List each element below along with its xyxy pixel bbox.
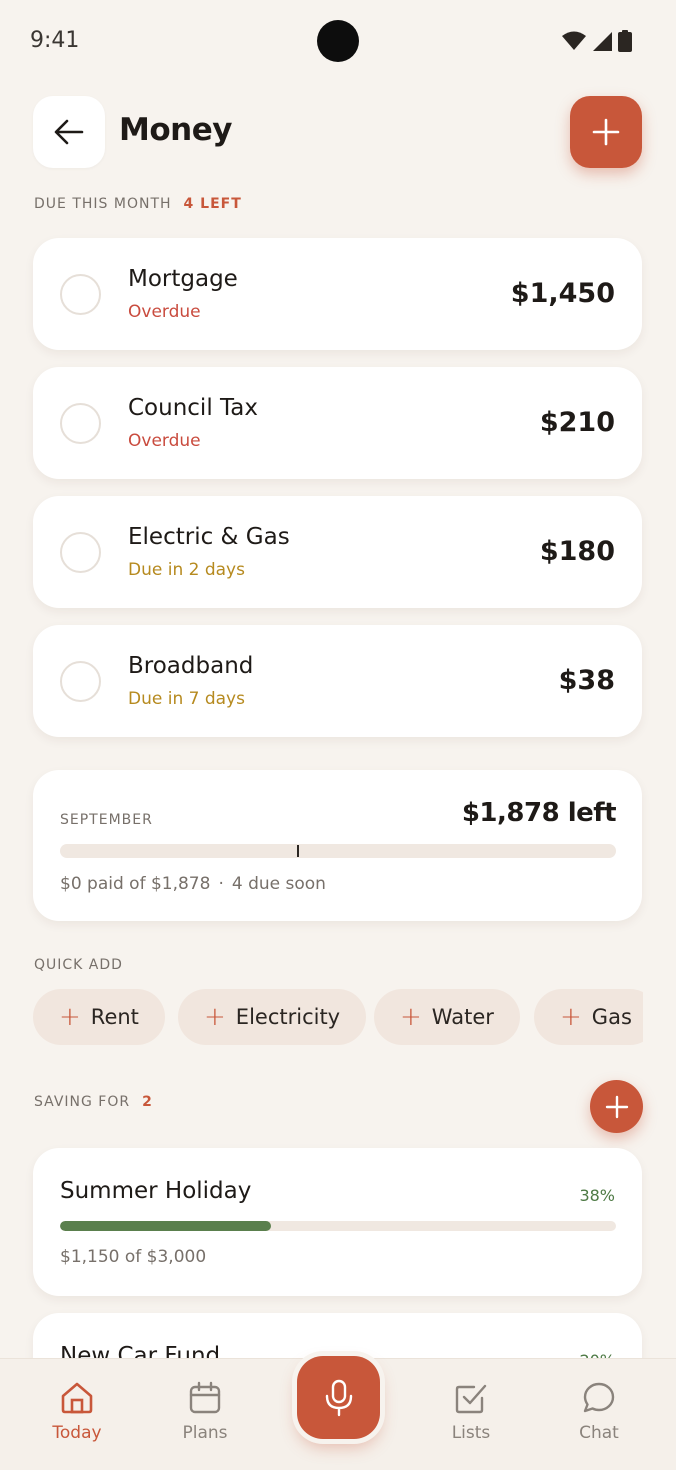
status-time: 9:41 bbox=[30, 28, 80, 53]
summary-month: SEPTEMBER bbox=[60, 812, 153, 828]
bill-status: Overdue bbox=[128, 302, 201, 322]
month-summary-card: SEPTEMBER $1,878 left $0 paid of $1,878 ·… bbox=[33, 770, 642, 921]
goal-progress-text: $1,150 of $3,000 bbox=[60, 1247, 207, 1267]
nav-item-plans[interactable]: Plans bbox=[150, 1359, 260, 1470]
chip-label: Water bbox=[431, 1005, 494, 1029]
plus-icon bbox=[605, 1095, 628, 1118]
chip-label: Gas bbox=[591, 1005, 632, 1029]
plus-icon: + bbox=[560, 1002, 582, 1032]
goal-percent: 38% bbox=[579, 1186, 615, 1205]
bill-checkbox[interactable] bbox=[60, 274, 101, 315]
bill-amount: $38 bbox=[558, 665, 615, 696]
plus-icon: + bbox=[400, 1002, 422, 1032]
arrow-left-icon bbox=[54, 119, 84, 145]
wifi-icon bbox=[562, 31, 586, 50]
bill-checkbox[interactable] bbox=[60, 661, 101, 702]
plus-icon bbox=[592, 118, 620, 146]
battery-icon bbox=[618, 30, 632, 52]
nav-label: Chat bbox=[579, 1423, 619, 1443]
summary-due-text: 4 due soon bbox=[231, 874, 326, 894]
quick-add-chip-gas[interactable]: + Gas bbox=[534, 989, 643, 1045]
bill-amount: $210 bbox=[539, 407, 615, 438]
voice-input-button[interactable] bbox=[297, 1356, 380, 1439]
nav-label: Plans bbox=[182, 1423, 228, 1443]
quick-add-chip-water[interactable]: + Water bbox=[374, 989, 520, 1045]
nav-item-chat[interactable]: Chat bbox=[544, 1359, 654, 1470]
add-goal-button[interactable] bbox=[590, 1080, 643, 1133]
back-button[interactable] bbox=[33, 96, 105, 168]
status-icons bbox=[562, 30, 632, 52]
bill-status: Overdue bbox=[128, 431, 201, 451]
bill-checkbox[interactable] bbox=[60, 532, 101, 573]
due-section-title: DUE THIS MONTH bbox=[34, 196, 172, 212]
home-icon bbox=[61, 1382, 93, 1414]
money-screen: 9:41 Money DUE THIS MONTH 4 LEFT Mortgage… bbox=[0, 0, 676, 1470]
bill-amount: $180 bbox=[539, 536, 615, 567]
nav-label: Lists bbox=[451, 1423, 491, 1443]
saving-section-title: SAVING FOR bbox=[34, 1094, 131, 1110]
bill-card[interactable]: Council Tax Overdue $210 bbox=[33, 367, 642, 479]
summary-subtext: $0 paid of $1,878 · 4 due soon bbox=[60, 874, 326, 894]
plus-icon: + bbox=[204, 1002, 226, 1032]
bill-card[interactable]: Electric & Gas Due in 2 days $180 bbox=[33, 496, 642, 608]
signal-icon bbox=[593, 32, 612, 51]
goal-card[interactable]: Summer Holiday 38% $1,150 of $3,000 bbox=[33, 1148, 642, 1296]
bill-status: Due in 7 days bbox=[128, 689, 245, 709]
chip-label: Rent bbox=[90, 1005, 139, 1029]
chip-label: Electricity bbox=[235, 1005, 341, 1029]
quick-add-label: QUICK ADD bbox=[34, 957, 123, 973]
summary-separator: · bbox=[218, 874, 224, 894]
due-section-label: DUE THIS MONTH 4 LEFT bbox=[34, 196, 242, 212]
checkbox-icon bbox=[455, 1384, 487, 1414]
bill-status: Due in 2 days bbox=[128, 560, 245, 580]
bill-name: Council Tax bbox=[128, 395, 258, 421]
goal-progress-fill bbox=[60, 1221, 272, 1231]
chat-bubble-icon bbox=[583, 1382, 615, 1413]
due-count: 4 LEFT bbox=[183, 196, 242, 212]
add-bill-button[interactable] bbox=[570, 96, 642, 168]
quick-add-chip-rent[interactable]: + Rent bbox=[33, 989, 165, 1045]
bill-checkbox[interactable] bbox=[60, 403, 101, 444]
summary-amount-left: $1,878 left bbox=[461, 798, 617, 828]
quick-add-chip-electricity[interactable]: + Electricity bbox=[178, 989, 367, 1045]
bill-amount: $1,450 bbox=[510, 278, 615, 309]
microphone-icon bbox=[325, 1379, 352, 1416]
camera-cutout bbox=[317, 20, 359, 62]
summary-progress-track bbox=[60, 844, 616, 858]
quick-add-chips: + Rent + Electricity + Water + Gas bbox=[33, 989, 643, 1045]
goal-progress-track bbox=[60, 1221, 616, 1231]
bill-card[interactable]: Mortgage Overdue $1,450 bbox=[33, 238, 642, 350]
bill-card[interactable]: Broadband Due in 7 days $38 bbox=[33, 625, 642, 737]
nav-item-today[interactable]: Today bbox=[22, 1359, 132, 1470]
nav-label: Today bbox=[52, 1423, 102, 1443]
bill-name: Mortgage bbox=[128, 266, 238, 292]
calendar-icon bbox=[189, 1381, 221, 1414]
goal-name: Summer Holiday bbox=[60, 1178, 252, 1204]
status-bar: 9:41 bbox=[0, 0, 676, 84]
bill-name: Broadband bbox=[128, 653, 254, 679]
saving-section-label: SAVING FOR 2 bbox=[34, 1094, 153, 1110]
summary-progress-marker bbox=[297, 845, 299, 857]
nav-item-lists[interactable]: Lists bbox=[416, 1359, 526, 1470]
page-title: Money bbox=[119, 112, 232, 148]
summary-paid-text: $0 paid of $1,878 bbox=[60, 874, 211, 894]
saving-count: 2 bbox=[142, 1094, 153, 1110]
plus-icon: + bbox=[59, 1002, 81, 1032]
bill-name: Electric & Gas bbox=[128, 524, 290, 550]
